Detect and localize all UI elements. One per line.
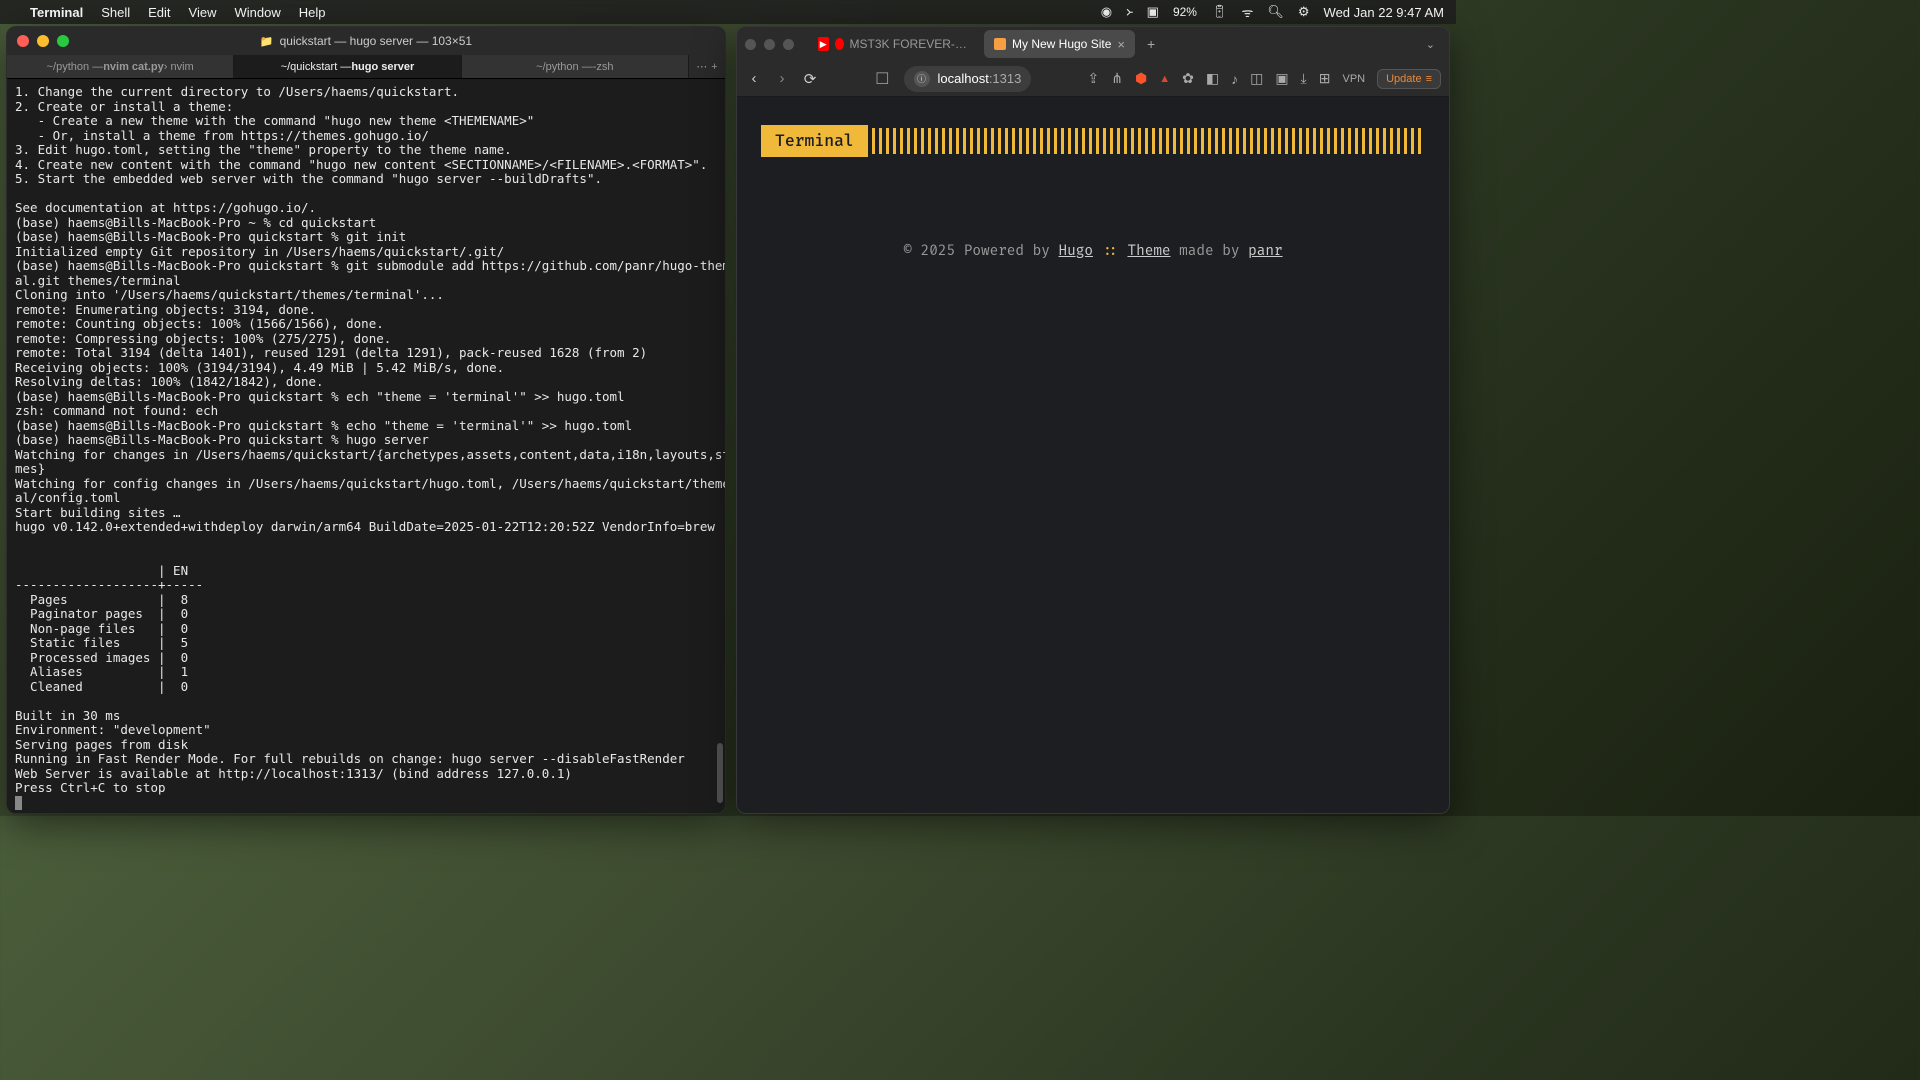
footer-theme-link[interactable]: Theme — [1127, 243, 1170, 260]
battery-percent: 92% — [1173, 5, 1197, 19]
update-button[interactable]: Update ≡ — [1377, 69, 1441, 89]
tab-label-bold: hugo server — [351, 61, 414, 73]
tab-label-bold: -zsh — [593, 61, 614, 73]
extension-icon-1[interactable]: ✿ — [1182, 70, 1194, 87]
battery-icon[interactable]: 🔋︎ — [1211, 4, 1228, 20]
wallet-icon[interactable]: ▣ — [1275, 70, 1288, 87]
maximize-button[interactable] — [57, 35, 69, 47]
url-port: :1313 — [989, 71, 1022, 86]
footer-made-text: made by — [1179, 243, 1239, 260]
update-label: Update — [1386, 73, 1421, 85]
terminal-output: 1. Change the current directory to /User… — [15, 84, 725, 795]
search-icon[interactable]: 🔍︎ — [1267, 4, 1284, 20]
brave-shield-icon[interactable]: ⬢ — [1135, 70, 1147, 87]
vpn-label[interactable]: VPN — [1342, 73, 1365, 85]
browser-viewport[interactable]: Terminal © 2025 Powered by Hugo :: Theme… — [737, 97, 1449, 813]
display-icon[interactable]: ▣ — [1147, 4, 1159, 20]
browser-maximize-button[interactable] — [783, 39, 794, 50]
hamburger-icon: ≡ — [1426, 73, 1432, 85]
terminal-tab-1[interactable]: ~/python — nvim cat.py › nvim — [7, 55, 234, 78]
forward-button[interactable]: › — [773, 70, 791, 87]
reload-button[interactable]: ⟳ — [801, 70, 819, 88]
terminal-titlebar[interactable]: 📁 quickstart — hugo server — 103×51 — [7, 27, 725, 55]
download-icon[interactable]: ⤓ — [1301, 70, 1307, 87]
footer-powered-text: Powered by — [964, 243, 1050, 260]
tab-title: My New Hugo Site — [1012, 37, 1111, 51]
hugo-favicon-icon — [994, 38, 1006, 50]
menu-help[interactable]: Help — [299, 5, 326, 20]
folder-icon: 📁 — [260, 35, 274, 48]
youtube-favicon-icon: ▶ — [818, 37, 829, 51]
record-icon[interactable]: ◉ — [1101, 4, 1112, 20]
menubar-app-name[interactable]: Terminal — [30, 5, 83, 20]
browser-window: ▶ MST3K FOREVER-a-thon - Y My New Hugo S… — [736, 26, 1450, 814]
minimize-button[interactable] — [37, 35, 49, 47]
bookmark-button[interactable]: ☐ — [875, 69, 889, 89]
tab-label-suffix: › nvim — [164, 61, 194, 73]
browser-tab-hugo[interactable]: My New Hugo Site × — [984, 30, 1135, 58]
terminal-window: 📁 quickstart — hugo server — 103×51 ~/py… — [6, 26, 726, 814]
terminal-content[interactable]: 1. Change the current directory to /User… — [7, 79, 725, 813]
sidebar-icon[interactable]: ◫ — [1250, 70, 1263, 87]
extensions-puzzle-icon[interactable]: ⊞ — [1319, 70, 1331, 87]
desktop: 📁 quickstart — hugo server — 103×51 ~/py… — [0, 24, 1456, 816]
tab-title: MST3K FOREVER-a-thon - Y — [850, 37, 968, 51]
tab-label-bold: nvim cat.py — [103, 61, 164, 73]
browser-close-button[interactable] — [745, 39, 756, 50]
traffic-lights — [17, 35, 69, 47]
wifi-icon[interactable]: ᯤ — [1242, 3, 1254, 21]
terminal-tab-controls: ⋯ + — [689, 55, 725, 78]
tab-overflow-icon[interactable]: ⋯ — [696, 60, 707, 73]
terminal-scrollbar[interactable] — [717, 87, 723, 807]
footer-hugo-link[interactable]: Hugo — [1059, 243, 1093, 260]
menu-view[interactable]: View — [189, 5, 217, 20]
scrollbar-thumb[interactable] — [717, 743, 723, 803]
hugo-site-header: Terminal — [737, 97, 1449, 157]
menubar-datetime[interactable]: Wed Jan 22 9:47 AM — [1324, 5, 1444, 20]
new-tab-button[interactable]: + — [711, 61, 717, 73]
terminal-title-text: quickstart — hugo server — 103×51 — [280, 34, 472, 48]
footer-author-link[interactable]: panr — [1248, 243, 1282, 260]
browser-minimize-button[interactable] — [764, 39, 775, 50]
bluetooth-icon[interactable]: ᚛ — [1126, 4, 1133, 20]
tab-label-prefix: ~/python — — [47, 61, 104, 73]
terminal-tab-2[interactable]: ~/quickstart — hugo server — [234, 55, 461, 78]
new-tab-button[interactable]: + — [1141, 36, 1161, 52]
back-button[interactable]: ‹ — [745, 70, 763, 87]
hugo-site-logo[interactable]: Terminal — [761, 125, 868, 157]
terminal-cursor — [15, 796, 22, 810]
browser-tabbar: ▶ MST3K FOREVER-a-thon - Y My New Hugo S… — [737, 27, 1449, 61]
footer-year: © 2025 — [903, 243, 955, 260]
url-host: localhost — [938, 71, 989, 86]
menu-window[interactable]: Window — [235, 5, 281, 20]
macos-menubar: Terminal Shell Edit View Window Help ◉ ᚛… — [0, 0, 1456, 24]
footer-separator: :: — [1102, 243, 1119, 260]
extension-icon-2[interactable]: ◧ — [1206, 70, 1219, 87]
control-center-icon[interactable]: ⚙︎ — [1298, 4, 1310, 20]
terminal-tabs: ~/python — nvim cat.py › nvim ~/quicksta… — [7, 55, 725, 79]
rss-icon[interactable]: ⋔ — [1111, 70, 1123, 87]
terminal-tab-3[interactable]: ~/python — -zsh — [462, 55, 689, 78]
hugo-site-footer: © 2025 Powered by Hugo :: Theme made by … — [737, 243, 1449, 260]
share-icon[interactable]: ⇪ — [1088, 70, 1100, 87]
menu-edit[interactable]: Edit — [148, 5, 170, 20]
brave-rewards-icon[interactable]: ▲ — [1159, 73, 1170, 85]
browser-traffic-lights — [745, 39, 794, 50]
tab-label-prefix: ~/python — — [536, 61, 593, 73]
terminal-title: 📁 quickstart — hugo server — 103×51 — [260, 34, 472, 48]
tab-close-button[interactable]: × — [1117, 37, 1125, 52]
site-info-icon[interactable]: ⓘ — [914, 71, 930, 87]
url-bar[interactable]: ⓘ localhost:1313 — [904, 66, 1032, 92]
header-stripes-decoration — [872, 128, 1425, 154]
close-button[interactable] — [17, 35, 29, 47]
live-indicator-icon — [835, 38, 844, 50]
browser-toolbar: ‹ › ⟳ ☐ ⓘ localhost:1313 ⇪ ⋔ ⬢ ▲ ✿ ◧ ♪ ◫… — [737, 61, 1449, 97]
tab-dropdown-button[interactable]: ⌄ — [1420, 38, 1441, 51]
tab-label-prefix: ~/quickstart — — [281, 61, 352, 73]
browser-tab-youtube[interactable]: ▶ MST3K FOREVER-a-thon - Y — [808, 30, 978, 58]
menu-shell[interactable]: Shell — [101, 5, 130, 20]
music-icon[interactable]: ♪ — [1231, 71, 1238, 87]
